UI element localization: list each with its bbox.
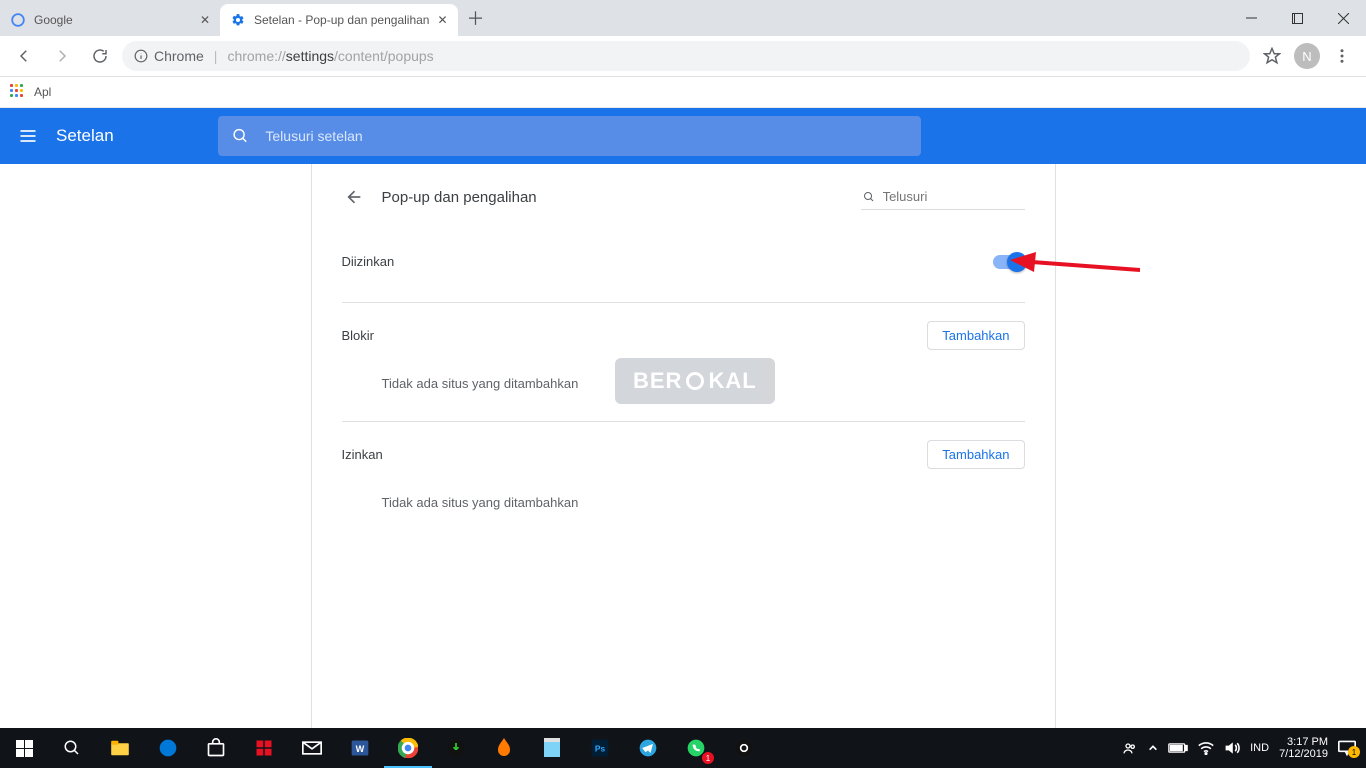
tab-settings-popups[interactable]: Setelan - Pop-up dan pengalihan ✕: [220, 4, 458, 36]
browser-toolbar: Chrome | chrome://settings/content/popup…: [0, 36, 1366, 77]
search-icon: [232, 127, 249, 145]
tray-expand-icon[interactable]: [1148, 743, 1158, 753]
search-taskbar-icon[interactable]: [48, 728, 96, 768]
settings-header: Setelan: [0, 108, 1366, 164]
wifi-icon[interactable]: [1198, 741, 1214, 755]
reload-button[interactable]: [84, 40, 116, 72]
profile-avatar[interactable]: N: [1294, 43, 1320, 69]
gear-favicon: [230, 12, 246, 28]
browser-titlebar: Google ✕ Setelan - Pop-up dan pengalihan…: [0, 0, 1366, 36]
close-icon[interactable]: ✕: [200, 13, 210, 27]
svg-text:Ps: Ps: [595, 743, 606, 753]
edge-icon[interactable]: [144, 728, 192, 768]
windows-taskbar: W Ps 1 IND: [0, 728, 1366, 768]
whatsapp-icon[interactable]: 1: [672, 728, 720, 768]
forward-button[interactable]: [46, 40, 78, 72]
word-icon[interactable]: W: [336, 728, 384, 768]
annotation-arrow: [1010, 248, 1140, 282]
store-icon[interactable]: [192, 728, 240, 768]
close-icon[interactable]: [1320, 0, 1366, 36]
bookmark-star-icon[interactable]: [1256, 40, 1288, 72]
window-controls: [1228, 0, 1366, 36]
divider: |: [214, 48, 218, 64]
add-block-button[interactable]: Tambahkan: [927, 321, 1024, 350]
action-center-icon[interactable]: 1: [1338, 740, 1356, 756]
detail-search[interactable]: [861, 184, 1025, 210]
file-explorer-icon[interactable]: [96, 728, 144, 768]
block-section-label: Blokir: [342, 328, 375, 343]
browser-menu-button[interactable]: [1326, 40, 1358, 72]
origin-label: Chrome: [154, 48, 204, 64]
apps-icon[interactable]: [10, 84, 26, 100]
allowed-label: Diizinkan: [342, 254, 395, 269]
detail-search-input[interactable]: [881, 188, 1023, 205]
tab-google[interactable]: Google ✕: [0, 4, 220, 36]
whatsapp-badge: 1: [702, 752, 714, 764]
download-manager-icon[interactable]: [432, 728, 480, 768]
gift-app-icon[interactable]: [240, 728, 288, 768]
address-bar[interactable]: Chrome | chrome://settings/content/popup…: [122, 41, 1250, 71]
settings-search[interactable]: [218, 116, 921, 156]
taskbar-clock[interactable]: 3:17 PM 7/12/2019: [1279, 736, 1328, 760]
close-icon[interactable]: ✕: [437, 13, 447, 27]
settings-title: Setelan: [56, 126, 114, 146]
volume-icon[interactable]: [1224, 741, 1240, 755]
allow-section-label: Izinkan: [342, 447, 383, 462]
bulb-icon: [686, 372, 704, 390]
minimize-icon[interactable]: [1228, 0, 1274, 36]
new-tab-button[interactable]: ＋: [462, 4, 490, 32]
avatar-letter: N: [1302, 49, 1311, 64]
app-icon[interactable]: [720, 728, 768, 768]
svg-text:W: W: [356, 744, 365, 754]
notepad-icon[interactable]: [528, 728, 576, 768]
back-button[interactable]: [8, 40, 40, 72]
page-title: Pop-up dan pengalihan: [382, 189, 537, 206]
burn-icon[interactable]: [480, 728, 528, 768]
chrome-icon[interactable]: [384, 728, 432, 768]
photoshop-icon[interactable]: Ps: [576, 728, 624, 768]
bookmarks-bar: Apl: [0, 77, 1366, 108]
allow-empty-message: Tidak ada situs yang ditambahkan: [342, 475, 1025, 536]
maximize-icon[interactable]: [1274, 0, 1320, 36]
tab-title: Setelan - Pop-up dan pengalihan: [254, 13, 429, 27]
tab-title: Google: [34, 13, 192, 27]
people-tray-icon[interactable]: [1122, 740, 1138, 756]
back-arrow-icon[interactable]: [342, 187, 362, 207]
clock-time: 3:17 PM: [1279, 736, 1328, 748]
apps-label[interactable]: Apl: [34, 85, 51, 99]
settings-body: Pop-up dan pengalihan Diizinkan Blokir T…: [0, 164, 1366, 730]
start-button[interactable]: [0, 728, 48, 768]
add-allow-button[interactable]: Tambahkan: [927, 440, 1024, 469]
watermark: BER KAL: [615, 358, 775, 404]
telegram-icon[interactable]: [624, 728, 672, 768]
settings-main-panel: Pop-up dan pengalihan Diizinkan Blokir T…: [311, 164, 1056, 730]
url-display: chrome://settings/content/popups: [227, 48, 433, 64]
search-icon: [863, 190, 875, 204]
mail-icon[interactable]: [288, 728, 336, 768]
action-center-badge: 1: [1348, 746, 1360, 758]
hamburger-menu-button[interactable]: [0, 126, 56, 146]
clock-date: 7/12/2019: [1279, 748, 1328, 760]
language-indicator[interactable]: IND: [1250, 742, 1269, 754]
site-info-chip[interactable]: Chrome: [134, 48, 204, 64]
google-favicon: [10, 12, 26, 28]
battery-icon[interactable]: [1168, 742, 1188, 754]
settings-search-input[interactable]: [263, 127, 907, 145]
